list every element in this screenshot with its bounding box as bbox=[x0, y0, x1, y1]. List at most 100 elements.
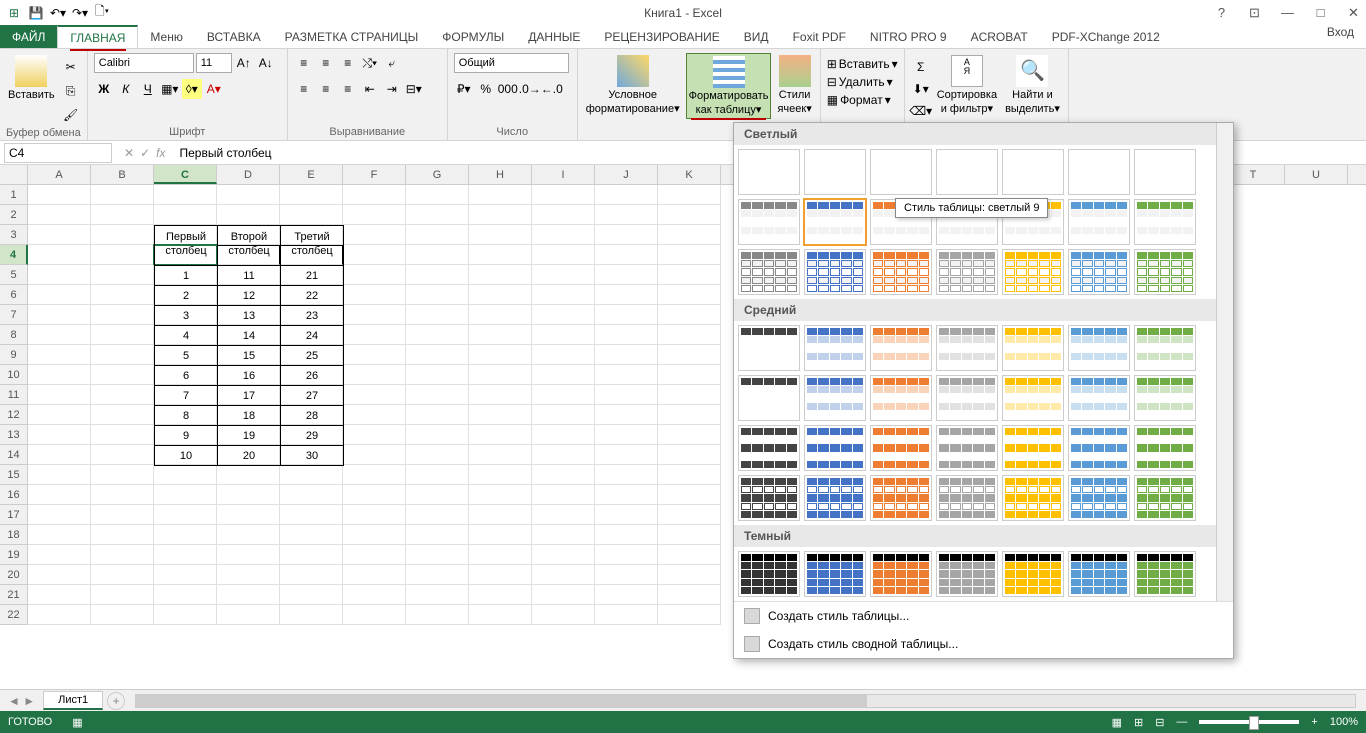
cell-C22[interactable] bbox=[154, 605, 217, 625]
row-header-7[interactable]: 7 bbox=[0, 305, 28, 325]
cell-F18[interactable] bbox=[343, 525, 406, 545]
save-icon[interactable]: 💾 bbox=[27, 4, 45, 22]
cell-F12[interactable] bbox=[343, 405, 406, 425]
cell-J20[interactable] bbox=[595, 565, 658, 585]
cell-K1[interactable] bbox=[658, 185, 721, 205]
style-thumb[interactable] bbox=[870, 149, 932, 195]
cell-H15[interactable] bbox=[469, 465, 532, 485]
cell-B2[interactable] bbox=[91, 205, 154, 225]
style-thumb[interactable] bbox=[738, 199, 800, 245]
cell-I21[interactable] bbox=[532, 585, 595, 605]
cell-B1[interactable] bbox=[91, 185, 154, 205]
table-cell-r2-c2[interactable]: 23 bbox=[281, 306, 344, 326]
cell-H3[interactable] bbox=[469, 225, 532, 245]
cell-F17[interactable] bbox=[343, 505, 406, 525]
fill-icon[interactable]: ⬇▾ bbox=[911, 79, 931, 99]
cell-H20[interactable] bbox=[469, 565, 532, 585]
cell-E1[interactable] bbox=[280, 185, 343, 205]
col-header-I[interactable]: I bbox=[532, 165, 595, 184]
style-thumb[interactable] bbox=[1068, 249, 1130, 295]
cell-H14[interactable] bbox=[469, 445, 532, 465]
style-thumb[interactable] bbox=[1002, 375, 1064, 421]
gallery-scrollbar[interactable] bbox=[1216, 123, 1233, 601]
style-thumb[interactable] bbox=[738, 249, 800, 295]
cell-H1[interactable] bbox=[469, 185, 532, 205]
cell-A5[interactable] bbox=[28, 265, 91, 285]
underline-button[interactable]: Ч bbox=[138, 79, 158, 99]
cell-I15[interactable] bbox=[532, 465, 595, 485]
cell-J11[interactable] bbox=[595, 385, 658, 405]
cell-B5[interactable] bbox=[91, 265, 154, 285]
cell-K2[interactable] bbox=[658, 205, 721, 225]
cell-K18[interactable] bbox=[658, 525, 721, 545]
table-cell-r8-c2[interactable]: 29 bbox=[281, 426, 344, 446]
cell-A14[interactable] bbox=[28, 445, 91, 465]
cell-J12[interactable] bbox=[595, 405, 658, 425]
currency-icon[interactable]: ₽▾ bbox=[454, 79, 474, 99]
cell-B4[interactable] bbox=[91, 245, 154, 265]
cell-K4[interactable] bbox=[658, 245, 721, 265]
row-header-16[interactable]: 16 bbox=[0, 485, 28, 505]
style-thumb[interactable] bbox=[804, 325, 866, 371]
percent-icon[interactable]: % bbox=[476, 79, 496, 99]
cell-K8[interactable] bbox=[658, 325, 721, 345]
fill-color-button[interactable]: ◊▾ bbox=[182, 79, 202, 99]
view-normal-icon[interactable]: ▦ bbox=[1112, 716, 1122, 729]
zoom-out-icon[interactable]: — bbox=[1176, 716, 1187, 728]
style-thumb[interactable] bbox=[738, 475, 800, 521]
cell-B10[interactable] bbox=[91, 365, 154, 385]
row-header-21[interactable]: 21 bbox=[0, 585, 28, 605]
cell-A10[interactable] bbox=[28, 365, 91, 385]
cell-C21[interactable] bbox=[154, 585, 217, 605]
style-thumb[interactable] bbox=[936, 551, 998, 597]
cell-A4[interactable] bbox=[28, 245, 91, 265]
font-color-button[interactable]: A▾ bbox=[204, 79, 224, 99]
table-cell-r9-c2[interactable]: 30 bbox=[281, 446, 344, 466]
cell-K10[interactable] bbox=[658, 365, 721, 385]
cell-H12[interactable] bbox=[469, 405, 532, 425]
zoom-value[interactable]: 100% bbox=[1330, 716, 1358, 728]
cell-F16[interactable] bbox=[343, 485, 406, 505]
cell-K6[interactable] bbox=[658, 285, 721, 305]
cell-A18[interactable] bbox=[28, 525, 91, 545]
cell-H6[interactable] bbox=[469, 285, 532, 305]
maximize-button[interactable]: □ bbox=[1313, 5, 1328, 21]
style-thumb[interactable] bbox=[936, 249, 998, 295]
col-header-J[interactable]: J bbox=[595, 165, 658, 184]
tab-foxit-pdf[interactable]: Foxit PDF bbox=[781, 25, 858, 48]
row-header-19[interactable]: 19 bbox=[0, 545, 28, 565]
increase-font-icon[interactable]: A↑ bbox=[234, 53, 254, 73]
cell-A17[interactable] bbox=[28, 505, 91, 525]
col-header-K[interactable]: K bbox=[658, 165, 721, 184]
row-header-11[interactable]: 11 bbox=[0, 385, 28, 405]
horizontal-scrollbar[interactable] bbox=[135, 694, 1356, 708]
cell-B9[interactable] bbox=[91, 345, 154, 365]
cell-B7[interactable] bbox=[91, 305, 154, 325]
cell-K17[interactable] bbox=[658, 505, 721, 525]
cell-B20[interactable] bbox=[91, 565, 154, 585]
cell-G5[interactable] bbox=[406, 265, 469, 285]
table-cell-r5-c2[interactable]: 26 bbox=[281, 366, 344, 386]
cell-E19[interactable] bbox=[280, 545, 343, 565]
cell-K11[interactable] bbox=[658, 385, 721, 405]
style-thumb[interactable] bbox=[936, 375, 998, 421]
cell-C18[interactable] bbox=[154, 525, 217, 545]
col-header-F[interactable]: F bbox=[343, 165, 406, 184]
paste-button[interactable]: Вставить bbox=[6, 53, 57, 103]
cell-I18[interactable] bbox=[532, 525, 595, 545]
sort-filter-button[interactable]: AЯ Сортировка и фильтр▾ bbox=[935, 53, 999, 117]
cell-B8[interactable] bbox=[91, 325, 154, 345]
table-cell-r0-c0[interactable]: 1 bbox=[155, 266, 218, 286]
view-break-icon[interactable]: ⊟ bbox=[1155, 716, 1164, 729]
cell-I11[interactable] bbox=[532, 385, 595, 405]
style-thumb[interactable] bbox=[1002, 249, 1064, 295]
cell-G1[interactable] bbox=[406, 185, 469, 205]
cell-J10[interactable] bbox=[595, 365, 658, 385]
cell-I3[interactable] bbox=[532, 225, 595, 245]
cell-F7[interactable] bbox=[343, 305, 406, 325]
row-header-8[interactable]: 8 bbox=[0, 325, 28, 345]
cell-G12[interactable] bbox=[406, 405, 469, 425]
cell-J19[interactable] bbox=[595, 545, 658, 565]
close-button[interactable]: ✕ bbox=[1346, 5, 1361, 21]
cell-C15[interactable] bbox=[154, 465, 217, 485]
